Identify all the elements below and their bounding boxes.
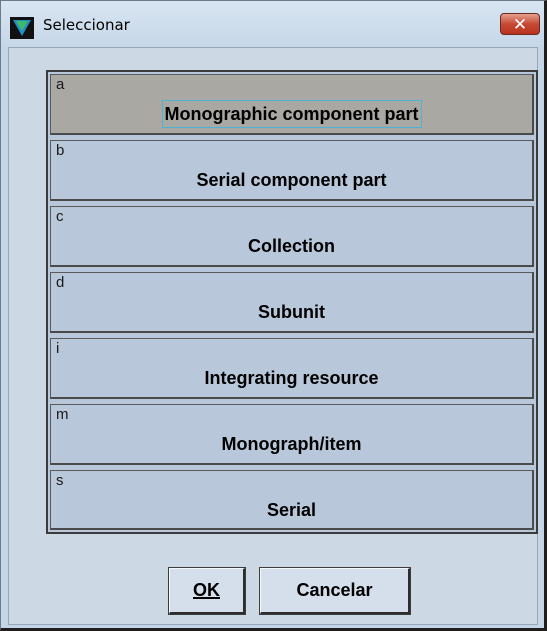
option-code: d (56, 274, 65, 291)
option-code: a (56, 76, 65, 93)
option-code: m (56, 406, 69, 423)
option-code: b (56, 142, 65, 159)
option-d[interactable]: d Subunit (50, 272, 534, 333)
close-button[interactable]: ✕ (500, 13, 540, 35)
option-list: a Monographic component part b Serial co… (46, 70, 538, 534)
option-label: Serial (266, 500, 317, 520)
option-code: i (56, 340, 60, 357)
option-m[interactable]: m Monograph/item (50, 404, 534, 465)
cancel-button[interactable]: Cancelar (259, 567, 411, 615)
dialog-content: a Monographic component part b Serial co… (8, 47, 538, 625)
option-b[interactable]: b Serial component part (50, 140, 534, 201)
option-label: Subunit (258, 302, 325, 322)
option-label: Monographic component part (161, 100, 422, 128)
option-label: Collection (247, 236, 335, 256)
option-label: Serial component part (196, 170, 387, 190)
ok-button-label: OK (193, 580, 220, 600)
window-title: Seleccionar (43, 16, 130, 34)
cancel-button-label: Cancelar (296, 580, 373, 600)
option-a[interactable]: a Monographic component part (50, 74, 534, 135)
option-label: Integrating resource (204, 368, 379, 388)
option-label: Monograph/item (221, 434, 362, 454)
option-s[interactable]: s Serial (50, 470, 534, 530)
option-code: s (56, 472, 64, 489)
app-logo-icon (10, 17, 34, 39)
ok-button[interactable]: OK (168, 567, 246, 615)
title-bar[interactable]: Seleccionar ✕ (1, 1, 544, 47)
select-dialog: Seleccionar ✕ a Monographic component pa… (0, 0, 547, 631)
option-code: c (56, 208, 64, 225)
option-c[interactable]: c Collection (50, 206, 534, 267)
close-icon: ✕ (512, 14, 528, 34)
option-i[interactable]: i Integrating resource (50, 338, 534, 399)
